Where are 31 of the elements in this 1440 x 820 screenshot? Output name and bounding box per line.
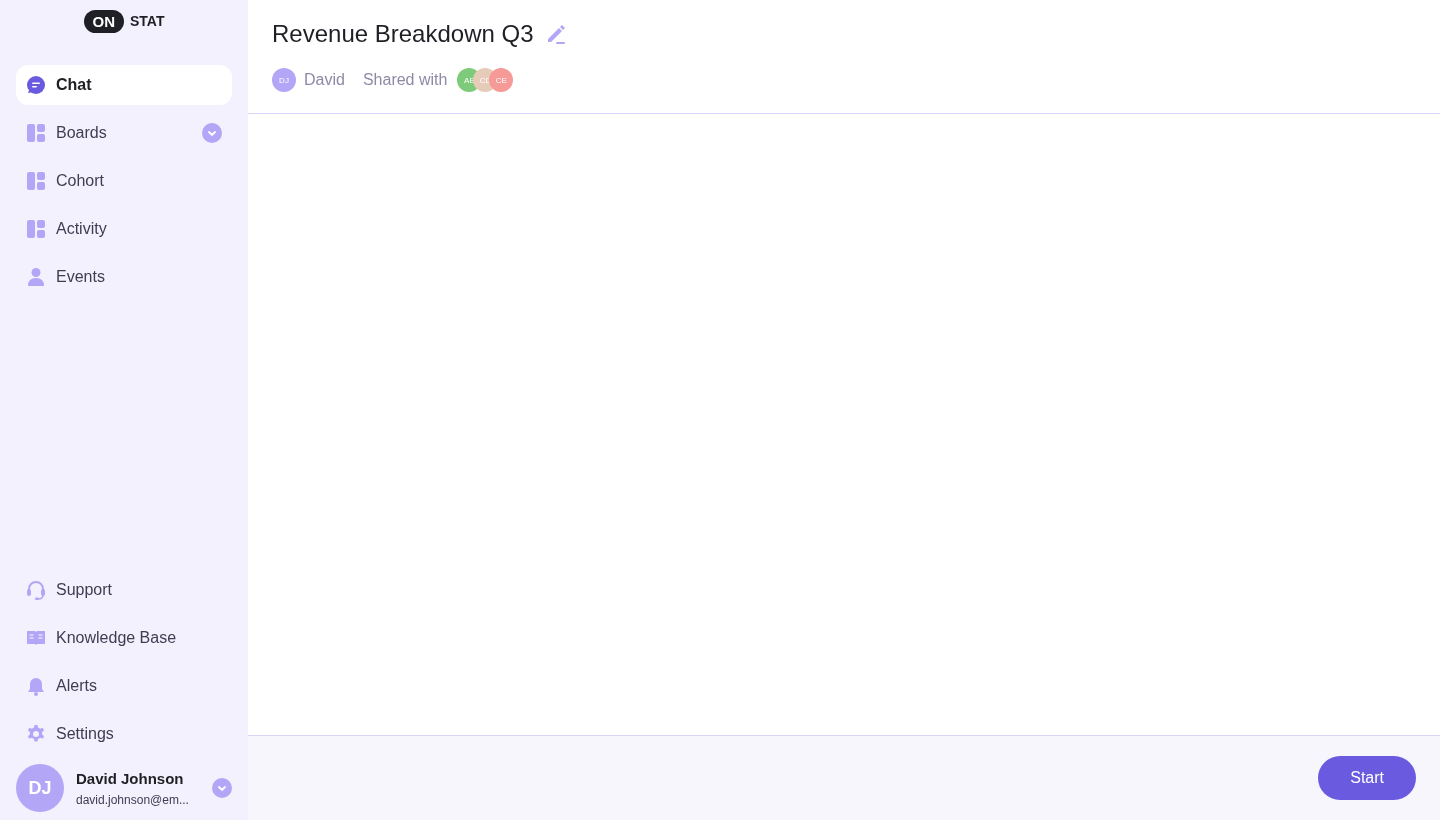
bell-icon [26,676,46,696]
logo-text: STAT [130,13,165,29]
nav-item[interactable]: Knowledge Base [16,618,232,658]
person-icon [26,267,46,287]
user-name: David Johnson [76,769,185,787]
book-icon [26,628,46,648]
dashboard-icon [26,123,46,143]
nav-item[interactable]: Boards [16,113,232,153]
chevron-down-icon[interactable] [212,778,232,798]
nav-item[interactable]: Activity [16,209,232,249]
shared-label: Shared with [362,71,448,89]
nav-item[interactable]: Chat [16,65,232,105]
nav-item[interactable]: Settings [16,714,232,754]
chevron-down-icon[interactable] [202,123,222,143]
nav-item[interactable]: Cohort [16,161,232,201]
nav-item[interactable]: Events [16,257,232,297]
board-title: Revenue Breakdown Q3 [272,20,534,48]
start-button[interactable]: Start [1318,756,1416,800]
dashboard-icon [26,219,46,239]
user-email: david.johnson@em... [76,792,190,807]
dashboard-icon [26,171,46,191]
owner-avatar: DJ [272,68,296,92]
nav-item[interactable]: Support [16,570,232,610]
owner-name: David [304,71,345,89]
user-avatar: DJ [16,764,64,812]
user-avatar: CE [489,68,514,92]
settings-icon [26,724,46,744]
nav-item[interactable]: Alerts [16,666,232,706]
logo-badge: ON [83,9,124,33]
chat-icon [26,75,46,95]
headset-icon [26,580,46,600]
